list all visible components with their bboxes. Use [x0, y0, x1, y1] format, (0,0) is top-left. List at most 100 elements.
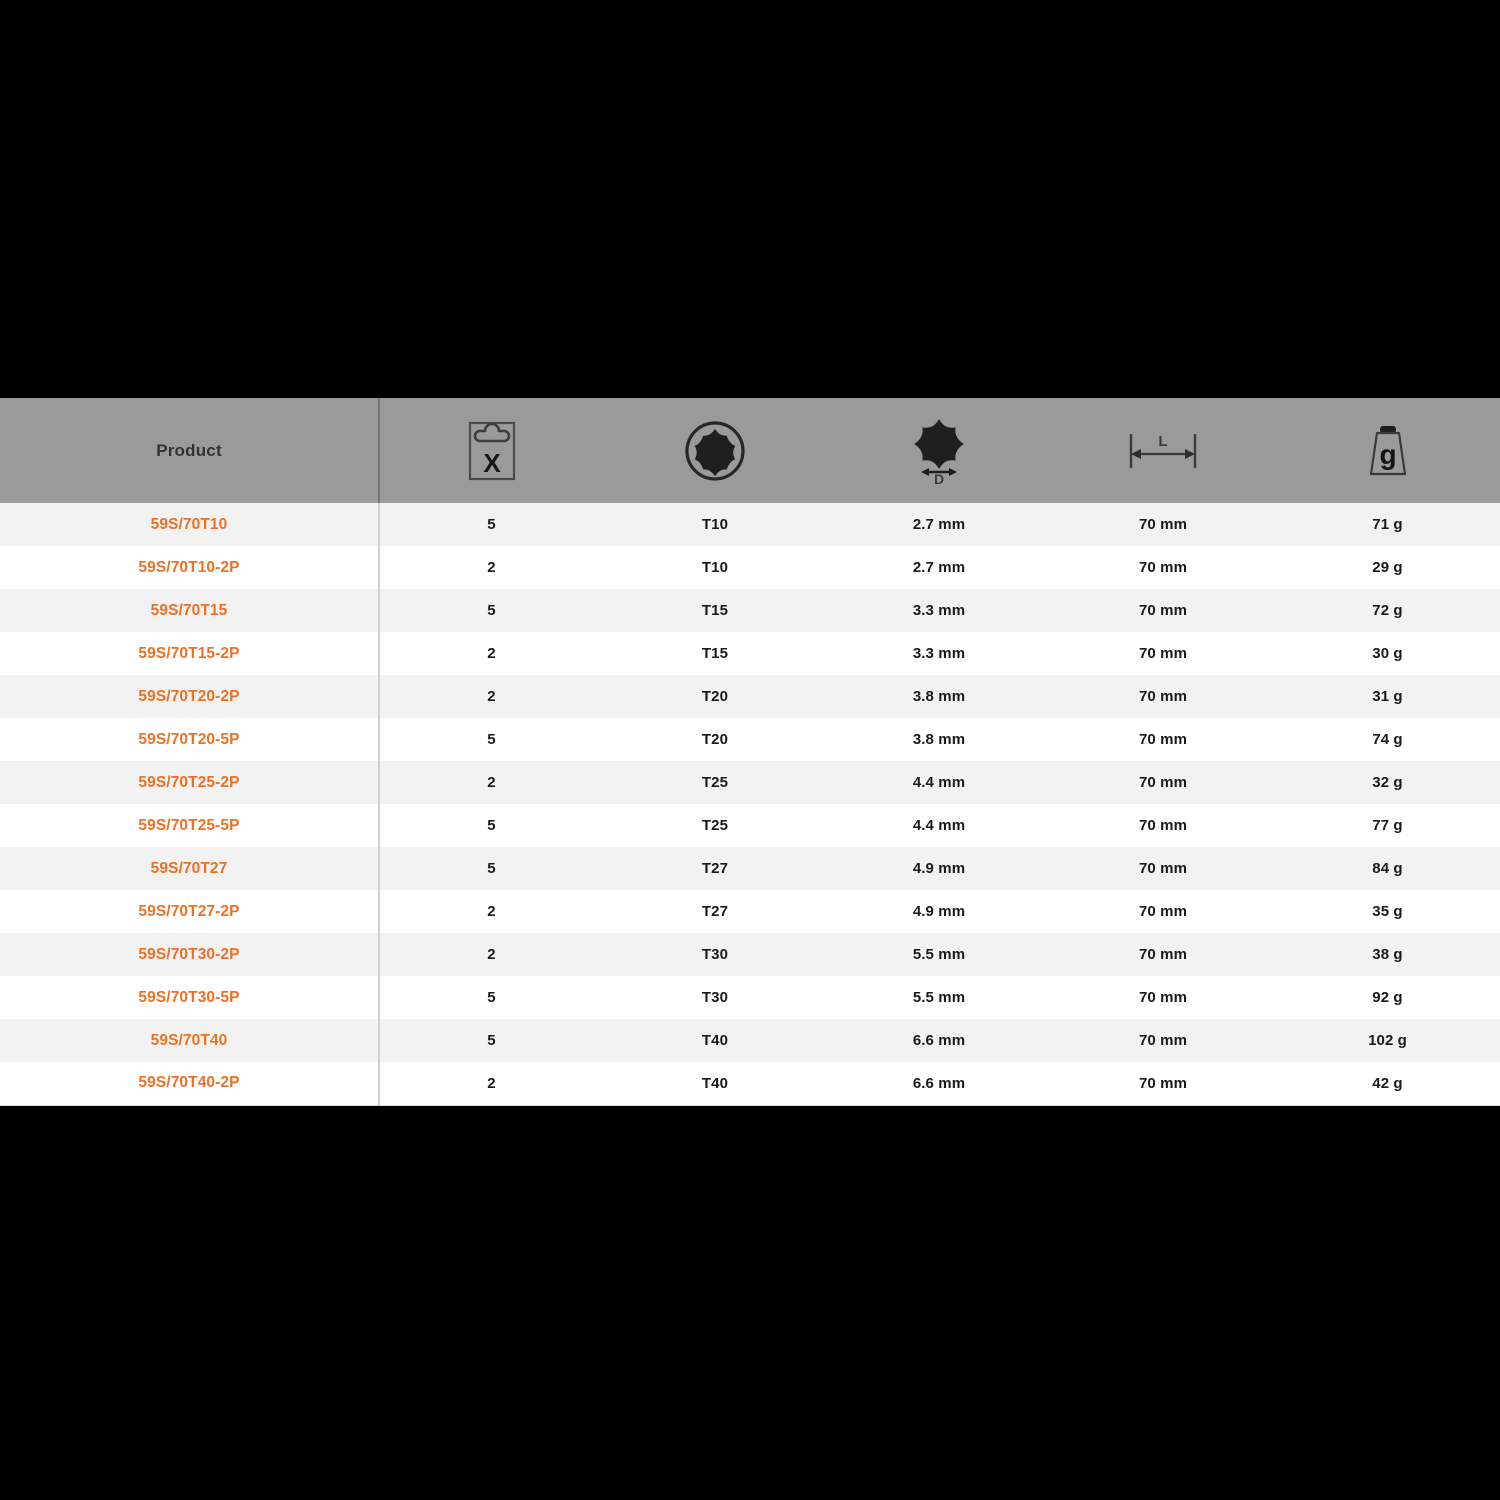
product-code-link[interactable]: 59S/70T25-5P	[0, 804, 380, 847]
cell-length: 70 mm	[1138, 903, 1188, 920]
cell-torx: T27	[701, 860, 729, 877]
table-row[interactable]: 59S/70T27 5 T27 4.9 mm 70 mm 84 g	[0, 847, 1500, 890]
product-code-link[interactable]: 59S/70T27-2P	[0, 890, 380, 933]
cell-diameter: 5.5 mm	[912, 989, 966, 1006]
cell-length: 70 mm	[1138, 1032, 1188, 1049]
product-code-link[interactable]: 59S/70T30-5P	[0, 976, 380, 1019]
cell-quantity: 2	[487, 946, 496, 963]
cell-length: 70 mm	[1138, 602, 1188, 619]
cell-diameter: 4.9 mm	[912, 903, 966, 920]
column-header-product[interactable]: Product	[0, 398, 380, 503]
cell-diameter: 4.9 mm	[912, 860, 966, 877]
table-row[interactable]: 59S/70T27-2P 2 T27 4.9 mm 70 mm 35 g	[0, 890, 1500, 933]
cell-diameter: 6.6 mm	[912, 1032, 966, 1049]
cell-weight: 72 g	[1372, 602, 1403, 619]
product-code-link[interactable]: 59S/70T25-2P	[0, 761, 380, 804]
product-specification-table: Product X D L g 59S/70T10 5 T10 2.7 mm 7…	[0, 398, 1500, 1106]
product-code-link[interactable]: 59S/70T40	[0, 1019, 380, 1062]
cell-diameter: 4.4 mm	[912, 774, 966, 791]
table-row[interactable]: 59S/70T40-2P 2 T40 6.6 mm 70 mm 42 g	[0, 1062, 1500, 1106]
cell-torx: T30	[701, 946, 729, 963]
cell-length: 70 mm	[1138, 731, 1188, 748]
cell-torx: T15	[701, 602, 729, 619]
cell-quantity: 2	[487, 774, 496, 791]
cell-diameter: 3.3 mm	[912, 645, 966, 662]
cell-quantity: 5	[487, 516, 496, 533]
cell-torx: T40	[701, 1032, 729, 1049]
cell-weight: 32 g	[1372, 774, 1403, 791]
column-header-length[interactable]: L	[1051, 398, 1275, 503]
svg-text:L: L	[1158, 433, 1167, 450]
column-header-weight[interactable]: g	[1275, 398, 1500, 503]
cell-weight: 31 g	[1372, 688, 1403, 705]
table-row[interactable]: 59S/70T20-2P 2 T20 3.8 mm 70 mm 31 g	[0, 675, 1500, 718]
torx-drive-icon	[603, 398, 827, 503]
spec-table-element: Product X D L g 59S/70T10 5 T10 2.7 mm 7…	[0, 398, 1500, 1106]
cell-weight: 74 g	[1372, 731, 1403, 748]
product-code-link[interactable]: 59S/70T20-5P	[0, 718, 380, 761]
cell-torx: T20	[701, 731, 729, 748]
torx-diameter-icon: D	[827, 398, 1051, 503]
column-header-quantity[interactable]: X	[379, 398, 603, 503]
cell-quantity: 5	[487, 860, 496, 877]
cell-length: 70 mm	[1138, 989, 1188, 1006]
cell-length: 70 mm	[1138, 559, 1188, 576]
cell-weight: 84 g	[1372, 860, 1403, 877]
table-row[interactable]: 59S/70T30-2P 2 T30 5.5 mm 70 mm 38 g	[0, 933, 1500, 976]
product-code-link[interactable]: 59S/70T40-2P	[0, 1062, 380, 1106]
cell-weight: 77 g	[1372, 817, 1403, 834]
cell-diameter: 2.7 mm	[912, 516, 966, 533]
product-code-link[interactable]: 59S/70T27	[0, 847, 380, 890]
cell-weight: 92 g	[1372, 989, 1403, 1006]
cell-length: 70 mm	[1138, 860, 1188, 877]
product-code-link[interactable]: 59S/70T20-2P	[0, 675, 380, 718]
cell-diameter: 5.5 mm	[912, 946, 966, 963]
cell-quantity: 2	[379, 1062, 603, 1106]
cell-diameter: 3.8 mm	[912, 731, 966, 748]
cell-weight: 35 g	[1372, 903, 1403, 920]
table-row[interactable]: 59S/70T10 5 T10 2.7 mm 70 mm 71 g	[0, 503, 1500, 546]
table-row[interactable]: 59S/70T15 5 T15 3.3 mm 70 mm 72 g	[0, 589, 1500, 632]
cell-quantity: 5	[487, 731, 496, 748]
table-body: 59S/70T10 5 T10 2.7 mm 70 mm 71 g 59S/70T10-2P…	[0, 503, 1500, 1106]
cell-length: 70 mm	[1138, 817, 1188, 834]
cell-diameter: 3.8 mm	[912, 688, 966, 705]
table-row[interactable]: 59S/70T30-5P 5 T30 5.5 mm 70 mm 92 g	[0, 976, 1500, 1019]
table-row[interactable]: 59S/70T25-2P 2 T25 4.4 mm 70 mm 32 g	[0, 761, 1500, 804]
cell-weight: 71 g	[1372, 516, 1403, 533]
svg-text:X: X	[483, 448, 501, 478]
table-row[interactable]: 59S/70T20-5P 5 T20 3.8 mm 70 mm 74 g	[0, 718, 1500, 761]
product-code-link[interactable]: 59S/70T10	[0, 503, 380, 546]
table-row[interactable]: 59S/70T40 5 T40 6.6 mm 70 mm 102 g	[0, 1019, 1500, 1062]
product-code-link[interactable]: 59S/70T10-2P	[0, 546, 380, 589]
column-header-diameter[interactable]: D	[827, 398, 1051, 503]
screenshot-stage: Product X D L g 59S/70T10 5 T10 2.7 mm 7…	[0, 0, 1500, 1500]
cell-length: 70 mm	[1138, 516, 1188, 533]
cell-torx: T20	[701, 688, 729, 705]
cell-weight: 29 g	[1372, 559, 1403, 576]
table-row[interactable]: 59S/70T15-2P 2 T15 3.3 mm 70 mm 30 g	[0, 632, 1500, 675]
cell-weight: 30 g	[1372, 645, 1403, 662]
weight-icon: g	[1275, 398, 1500, 503]
product-code-link[interactable]: 59S/70T15	[0, 589, 380, 632]
cell-torx: T10	[701, 559, 729, 576]
cell-diameter: 2.7 mm	[912, 559, 966, 576]
table-row[interactable]: 59S/70T10-2P 2 T10 2.7 mm 70 mm 29 g	[0, 546, 1500, 589]
table-header-row: Product X D L g	[0, 398, 1500, 503]
product-code-link[interactable]: 59S/70T30-2P	[0, 933, 380, 976]
cell-length: 70 mm	[1138, 946, 1188, 963]
cell-weight: 102 g	[1368, 1032, 1407, 1049]
cell-quantity: 5	[487, 989, 496, 1006]
cell-quantity: 5	[487, 602, 496, 619]
cell-torx: T25	[701, 774, 729, 791]
cell-quantity: 5	[487, 817, 496, 834]
product-code-link[interactable]: 59S/70T15-2P	[0, 632, 380, 675]
cell-torx: T40	[603, 1062, 827, 1106]
cell-quantity: 2	[487, 903, 496, 920]
cell-quantity: 5	[487, 1032, 496, 1049]
column-header-torx-size[interactable]	[603, 398, 827, 503]
cell-torx: T15	[701, 645, 729, 662]
cell-length: 70 mm	[1138, 688, 1188, 705]
cell-weight: 42 g	[1275, 1062, 1500, 1106]
table-row[interactable]: 59S/70T25-5P 5 T25 4.4 mm 70 mm 77 g	[0, 804, 1500, 847]
